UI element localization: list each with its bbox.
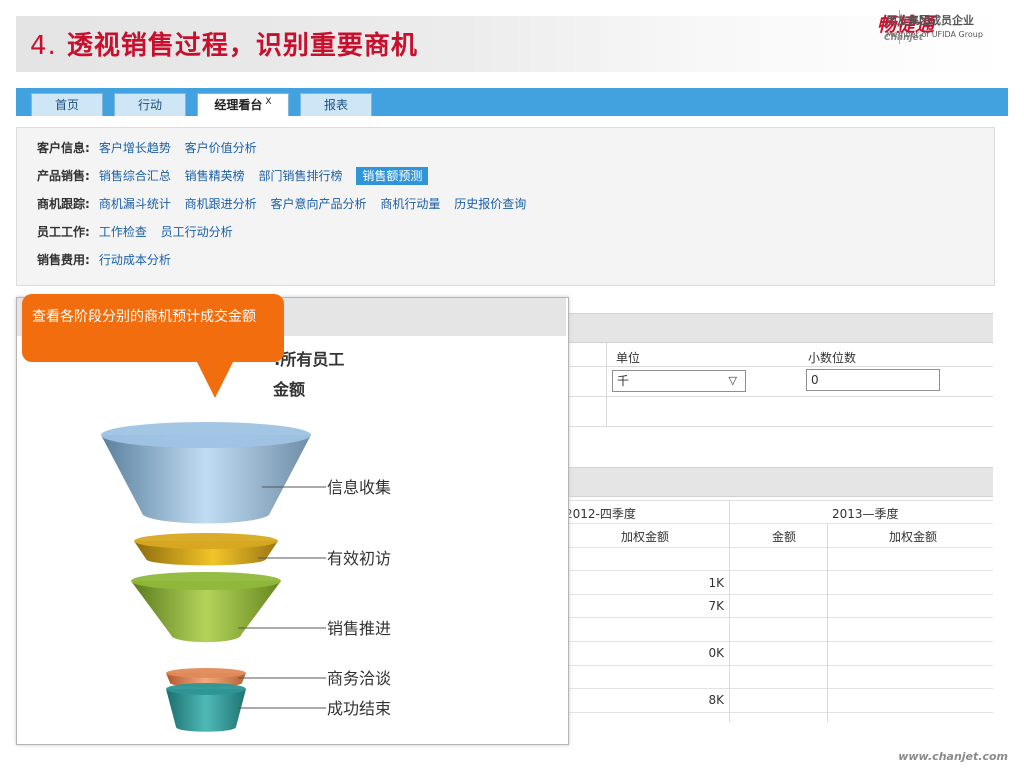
tab-close-icon[interactable]: X [265,97,271,107]
tab-manager-dashboard-label: 经理看台 [214,98,263,112]
table-line [567,500,993,501]
group-text-cn: 用友集团成员企业 [886,14,974,27]
period-header-2012q4: 2012-四季度 [565,507,636,521]
link-funnel-stats[interactable]: 商机漏斗统计 [99,197,171,211]
link-action-cost[interactable]: 行动成本分析 [99,253,171,267]
table-line [567,523,993,524]
table-cell-value: 7K [708,599,724,613]
funnel-stage-label: 成功结束 [327,699,391,718]
param-line [567,426,993,427]
callout-text: 查看各阶段分别的商机预计成交金额 [32,309,256,325]
table-cell-value: 1K [708,576,724,590]
funnel-stage [134,533,278,566]
funnel-stage-body [166,689,246,732]
link-staff-actions[interactable]: 员工行动分析 [161,225,233,239]
funnel-stage-label: 销售推进 [327,619,391,638]
unit-select-value: 千 [617,374,630,388]
table-line [567,547,993,548]
table-line [567,712,993,713]
link-dept-ranking[interactable]: 部门销售排行榜 [259,169,343,183]
link-customer-growth[interactable]: 客户增长趋势 [99,141,171,155]
slide-title: 4. 透视销售过程，识别重要商机 [30,25,418,62]
col-header-weighted-amount-2: 加权金额 [889,530,938,544]
unit-label: 单位 [616,351,641,365]
funnel-stage [101,422,311,524]
param-line [567,366,993,367]
table-line [567,641,993,642]
tab-reports[interactable]: 报表 [300,93,372,116]
link-followup-analysis[interactable]: 商机跟进分析 [185,197,257,211]
tab-manager-dashboard[interactable]: 经理看台 X [197,93,289,116]
tab-reports-label: 报表 [323,98,348,112]
table-cell-value: 8K [708,693,724,707]
link-sales-summary[interactable]: 销售综合汇总 [99,169,171,183]
col-header-amount: 金额 [772,530,797,544]
tab-home[interactable]: 首页 [31,93,103,116]
table-line [567,688,993,689]
decimal-input[interactable]: 0 [806,369,940,391]
table-divider [827,524,828,722]
category-label: 客户信息: [37,141,90,155]
category-row-opportunity: 商机跟踪: 商机漏斗统计 商机跟进分析 客户意向产品分析 商机行动量 历史报价查… [37,194,536,214]
col-header-weighted-amount: 加权金额 [621,530,670,544]
decimal-label: 小数位数 [808,351,857,365]
funnel-stage-top [166,668,246,678]
nav-bar: 首页 行动 经理看台 X 报表 [16,88,1008,116]
table-line [567,594,993,595]
funnel-stage [131,572,281,643]
funnel-stage-label: 有效初访 [327,549,391,568]
funnel-stage-label: 信息收集 [327,478,391,497]
param-section-header [567,313,993,343]
category-row-product-sales: 产品销售: 销售综合汇总 销售精英榜 部门销售排行榜 销售额预测 [37,166,438,186]
funnel-stage-body [131,581,281,643]
report-category-panel: 客户信息: 客户增长趋势 客户价值分析 产品销售: 销售综合汇总 销售精英榜 部… [16,127,995,286]
funnel-stage-label: 商务洽谈 [327,669,391,688]
footer-url: www.chanjet.com [898,750,1008,763]
tab-home-label: 首页 [54,98,79,112]
link-sales-elite[interactable]: 销售精英榜 [185,169,245,183]
link-customer-value[interactable]: 客户价值分析 [185,141,257,155]
table-line [567,617,993,618]
group-text-en: Member of UFIDA Group [886,30,983,39]
callout-pointer [196,360,234,398]
link-sales-forecast[interactable]: 销售额预测 [356,167,429,185]
tab-actions[interactable]: 行动 [114,93,186,116]
link-opportunity-actions[interactable]: 商机行动量 [380,197,440,211]
category-row-staff: 员工工作: 工作检查 员工行动分析 [37,222,243,242]
link-quote-history[interactable]: 历史报价查询 [454,197,526,211]
table-line [567,570,993,571]
slide-header: 4. 透视销售过程，识别重要商机 [16,16,1008,72]
slide-title-number: 4. [30,31,57,61]
param-line [567,396,993,397]
period-header-2013q1: 2013—季度 [832,507,899,521]
category-row-customer: 客户信息: 客户增长趋势 客户价值分析 [37,138,267,158]
tab-actions-label: 行动 [137,98,162,112]
funnel-stage-top [166,683,246,695]
link-work-check[interactable]: 工作检查 [99,225,147,239]
slide-title-text: 透视销售过程，识别重要商机 [66,31,418,61]
category-label: 产品销售: [37,169,90,183]
table-section-header [567,467,993,497]
funnel-stage [166,683,246,732]
funnel-stage-top [134,533,278,549]
category-label: 员工工作: [37,225,90,239]
category-label: 商机跟踪: [37,197,90,211]
unit-select[interactable]: 千 ▽ [612,370,746,392]
table-line [567,665,993,666]
funnel-stage-top [131,572,281,590]
decimal-input-value: 0 [811,373,819,387]
link-intent-product[interactable]: 客户意向产品分析 [271,197,367,211]
funnel-layers [101,422,311,732]
table-cell-value: 0K [708,646,724,660]
category-label: 销售费用: [37,253,90,267]
param-divider [606,343,607,426]
funnel-chart: 信息收集有效初访销售推进商务洽谈成功结束 [101,422,391,732]
funnel-stage-body [101,435,311,524]
table-divider [729,500,730,722]
callout-bubble: 查看各阶段分别的商机预计成交金额 [22,294,284,362]
chevron-down-icon: ▽ [728,374,737,387]
funnel-stage-top [101,422,311,448]
category-row-expense: 销售费用: 行动成本分析 [37,250,181,270]
